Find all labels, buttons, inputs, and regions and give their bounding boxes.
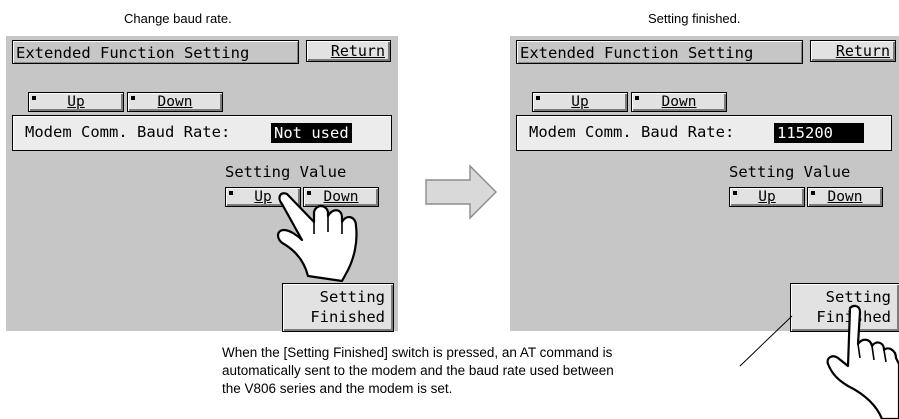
screen-title: Extended Function Setting [516,40,803,64]
note-line1: When the [Setting Finished] switch is pr… [222,345,613,360]
down-button[interactable]: Down [631,92,727,112]
up-button[interactable]: Up [532,92,628,112]
finish-line1: Setting [319,288,385,306]
note-line3: the V806 series and the modem is set. [222,381,453,396]
return-label: Return [330,42,385,60]
baud-rate-value: Not used [271,123,352,143]
return-button[interactable]: Return [810,40,896,62]
up-button[interactable]: Up [28,92,124,112]
led-indicator-icon [635,96,639,100]
led-indicator-icon [811,191,815,195]
up-label: Up [571,94,589,110]
setting-up-button[interactable]: Up [729,187,805,207]
note-text: When the [Setting Finished] switch is pr… [222,344,614,398]
setting-up-label: Up [758,189,776,205]
right-caption: Setting finished. [648,11,741,26]
return-label: Return [835,42,890,60]
down-label: Down [661,94,697,110]
left-caption: Change baud rate. [124,11,232,26]
up-label: Up [67,94,85,110]
down-button[interactable]: Down [127,92,223,112]
setting-down-button[interactable]: Down [807,187,883,207]
note-line2: automatically sent to the modem and the … [222,363,614,378]
led-indicator-icon [229,191,233,195]
baud-rate-value: 115200 [774,123,864,143]
led-indicator-icon [733,191,737,195]
pointing-hand-icon [276,192,358,283]
leader-line [739,315,793,367]
setting-finished-button[interactable]: Setting Finished [282,283,394,332]
pointing-hand-icon [826,304,899,419]
led-indicator-icon [131,96,135,100]
baud-rate-label: Modem Comm. Baud Rate: [529,123,735,141]
setting-value-label: Setting Value [225,163,347,181]
right-screen: Extended Function Setting Return Up Down… [510,36,899,332]
setting-value-label: Setting Value [729,163,851,181]
screen-title: Extended Function Setting [12,40,299,64]
led-indicator-icon [32,96,36,100]
down-label: Down [157,94,193,110]
baud-rate-panel: Modem Comm. Baud Rate: 115200 [516,115,892,151]
baud-rate-label: Modem Comm. Baud Rate: [25,123,231,141]
left-screen: Extended Function Setting Return Up Down… [6,36,398,332]
led-indicator-icon [536,96,540,100]
baud-rate-panel: Modem Comm. Baud Rate: Not used [12,115,392,151]
finish-line2: Finished [310,308,385,326]
return-button[interactable]: Return [306,40,391,62]
setting-down-label: Down [827,189,863,205]
right-arrow-icon [425,164,497,220]
